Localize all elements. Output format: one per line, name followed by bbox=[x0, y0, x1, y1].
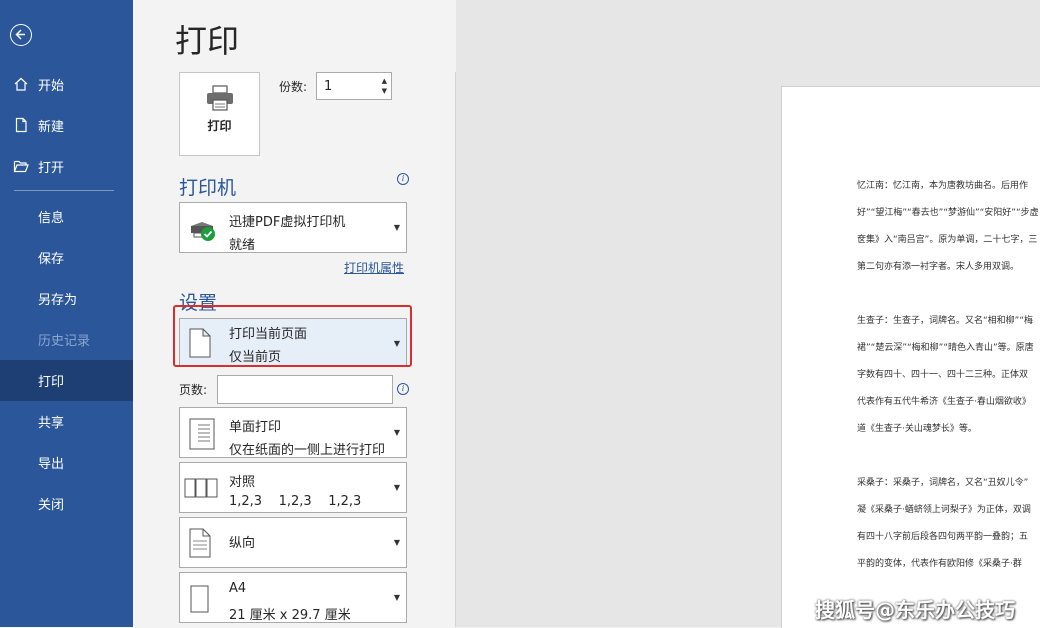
sidebar-item-close[interactable]: 关闭 bbox=[0, 483, 133, 524]
portrait-icon bbox=[189, 528, 211, 558]
collation-dropdown[interactable]: 对照 1,2,3 1,2,3 1,2,3 ▼ bbox=[179, 462, 407, 513]
sidebar-item-home[interactable]: 开始 bbox=[0, 64, 133, 105]
pages-label: 页数: bbox=[179, 383, 208, 397]
sidebar-item-label: 开始 bbox=[38, 79, 65, 94]
sidebar-item-info[interactable]: 信息 bbox=[0, 196, 133, 237]
printer-section-title: 打印机 bbox=[179, 177, 237, 199]
printer-name: 迅捷PDF虚拟打印机 bbox=[229, 215, 346, 230]
copies-label: 份数: bbox=[279, 80, 308, 94]
printer-status: 就绪 bbox=[229, 238, 256, 253]
pages-input[interactable] bbox=[217, 375, 393, 404]
sidebar-item-export[interactable]: 导出 bbox=[0, 442, 133, 483]
chevron-down-icon: ▼ bbox=[393, 428, 400, 437]
sides-dropdown[interactable]: 单面打印 仅在纸面的一侧上进行打印 ▼ bbox=[179, 407, 407, 458]
info-icon[interactable]: i bbox=[397, 173, 409, 185]
preview-text-line: 道《生查子·关山魂梦长》等。 bbox=[857, 424, 977, 434]
sidebar-item-label: 历史记录 bbox=[38, 334, 91, 349]
printer-icon bbox=[206, 85, 233, 111]
paper-size-icon bbox=[190, 585, 209, 613]
page-title: 打印 bbox=[175, 22, 240, 60]
preview-text-line: 裙”“楚云深”“梅和柳”“晴色入青山”等。原唐 bbox=[857, 343, 1034, 353]
copies-value: 1 bbox=[324, 79, 333, 94]
sidebar-item-label: 关闭 bbox=[38, 498, 65, 513]
chevron-down-icon: ▼ bbox=[393, 483, 400, 492]
paper-size-dropdown[interactable]: A4 21 厘米 x 29.7 厘米 ▼ bbox=[179, 572, 407, 623]
sidebar-item-print[interactable]: 打印 bbox=[0, 360, 133, 401]
sidebar-item-history: 历史记录 bbox=[0, 319, 133, 360]
sidebar-item-open[interactable]: 打开 bbox=[0, 146, 133, 187]
paper-title: A4 bbox=[229, 581, 247, 596]
sides-subtitle: 仅在纸面的一侧上进行打印 bbox=[229, 443, 386, 458]
preview-text-line: 代表作有五代牛希济《生查子·春山烟欲收》 bbox=[857, 397, 1031, 407]
annotation-highlight-box bbox=[173, 305, 412, 367]
sidebar-item-label: 导出 bbox=[38, 457, 65, 472]
preview-page: 忆江南：忆江南，本为唐教坊曲名。后用作 好”“望江梅”“春去也”“梦游仙”“安阳好… bbox=[781, 86, 1040, 628]
copies-stepper[interactable]: 1 ▲ ▼ bbox=[316, 72, 392, 100]
collated-pages-icon bbox=[184, 478, 218, 498]
preview-text-line: 凝《采桑子·蝤蛴领上诃梨子》为正体，双调 bbox=[857, 505, 1031, 515]
collation-subtitle: 1,2,3 1,2,3 1,2,3 bbox=[229, 494, 362, 509]
collation-title: 对照 bbox=[229, 475, 256, 490]
printer-dropdown[interactable]: 迅捷PDF虚拟打印机 就绪 ▼ bbox=[179, 202, 407, 253]
preview-text-line: 奁集》入“南吕宫”。原为单调，二十七字，三 bbox=[857, 235, 1038, 245]
printer-status-icon bbox=[191, 222, 215, 241]
print-button-label: 打印 bbox=[207, 119, 232, 133]
sidebar-item-label: 保存 bbox=[38, 252, 65, 267]
printer-properties-link[interactable]: 打印机属性 bbox=[344, 259, 404, 276]
sidebar-item-label: 打印 bbox=[38, 375, 65, 390]
print-button[interactable]: 打印 bbox=[179, 72, 260, 156]
preview-text-line: 有四十八字前后段各四句两平韵一叠韵；五 bbox=[857, 532, 1029, 542]
sidebar-item-new[interactable]: 新建 bbox=[0, 105, 133, 146]
sidebar-item-save[interactable]: 保存 bbox=[0, 237, 133, 278]
sidebar-item-label: 共享 bbox=[38, 416, 65, 431]
sidebar-item-share[interactable]: 共享 bbox=[0, 401, 133, 442]
sidebar-item-label: 另存为 bbox=[38, 293, 78, 308]
preview-text-line: 好”“望江梅”“春去也”“梦游仙”“安阳好”“步虚 bbox=[857, 208, 1039, 218]
new-doc-icon bbox=[15, 117, 27, 133]
sidebar-item-label: 新建 bbox=[38, 120, 65, 135]
chevron-down-icon: ▼ bbox=[393, 593, 400, 602]
orientation-title: 纵向 bbox=[229, 536, 256, 551]
single-sided-icon bbox=[189, 418, 215, 450]
folder-open-icon bbox=[13, 160, 29, 173]
preview-text-line: 忆江南：忆江南，本为唐教坊曲名。后用作 bbox=[857, 181, 1029, 191]
preview-text-line: 生查子：生查子，词牌名。又名“相和柳”“梅 bbox=[857, 316, 1033, 326]
preview-text-line: 第二句亦有添一衬字者。宋人多用双调。 bbox=[857, 262, 1020, 272]
preview-text-line: 字数有四十、四十一、四十二三种。正体双 bbox=[857, 370, 1029, 380]
sidebar-item-label: 信息 bbox=[38, 211, 65, 226]
sidebar-item-label: 打开 bbox=[38, 161, 65, 176]
orientation-dropdown[interactable]: 纵向 ▼ bbox=[179, 517, 407, 568]
sidebar-item-save-as[interactable]: 另存为 bbox=[0, 278, 133, 319]
home-icon bbox=[14, 77, 28, 91]
preview-text-line: 采桑子：采桑子，词牌名，又名“丑奴儿令” bbox=[857, 478, 1029, 488]
watermark-text: 搜狐号@东乐办公技巧 bbox=[815, 598, 1015, 622]
sidebar-divider bbox=[14, 190, 114, 191]
back-arrow-icon[interactable] bbox=[10, 24, 32, 46]
paper-subtitle: 21 厘米 x 29.7 厘米 bbox=[229, 608, 351, 623]
spin-arrows-icon[interactable]: ▲ ▼ bbox=[382, 76, 387, 96]
pane-divider bbox=[455, 72, 456, 627]
preview-text-line: 平韵的变体，代表作有欧阳修《采桑子·群 bbox=[857, 559, 1022, 569]
backstage-sidebar: 开始 新建 打开 信息 保存 另存为 历史记录 打印 共享 导出 关闭 bbox=[0, 0, 133, 627]
chevron-down-icon: ▼ bbox=[393, 223, 400, 232]
chevron-down-icon: ▼ bbox=[393, 538, 400, 547]
info-icon[interactable]: i bbox=[397, 383, 409, 395]
sides-title: 单面打印 bbox=[229, 420, 282, 435]
